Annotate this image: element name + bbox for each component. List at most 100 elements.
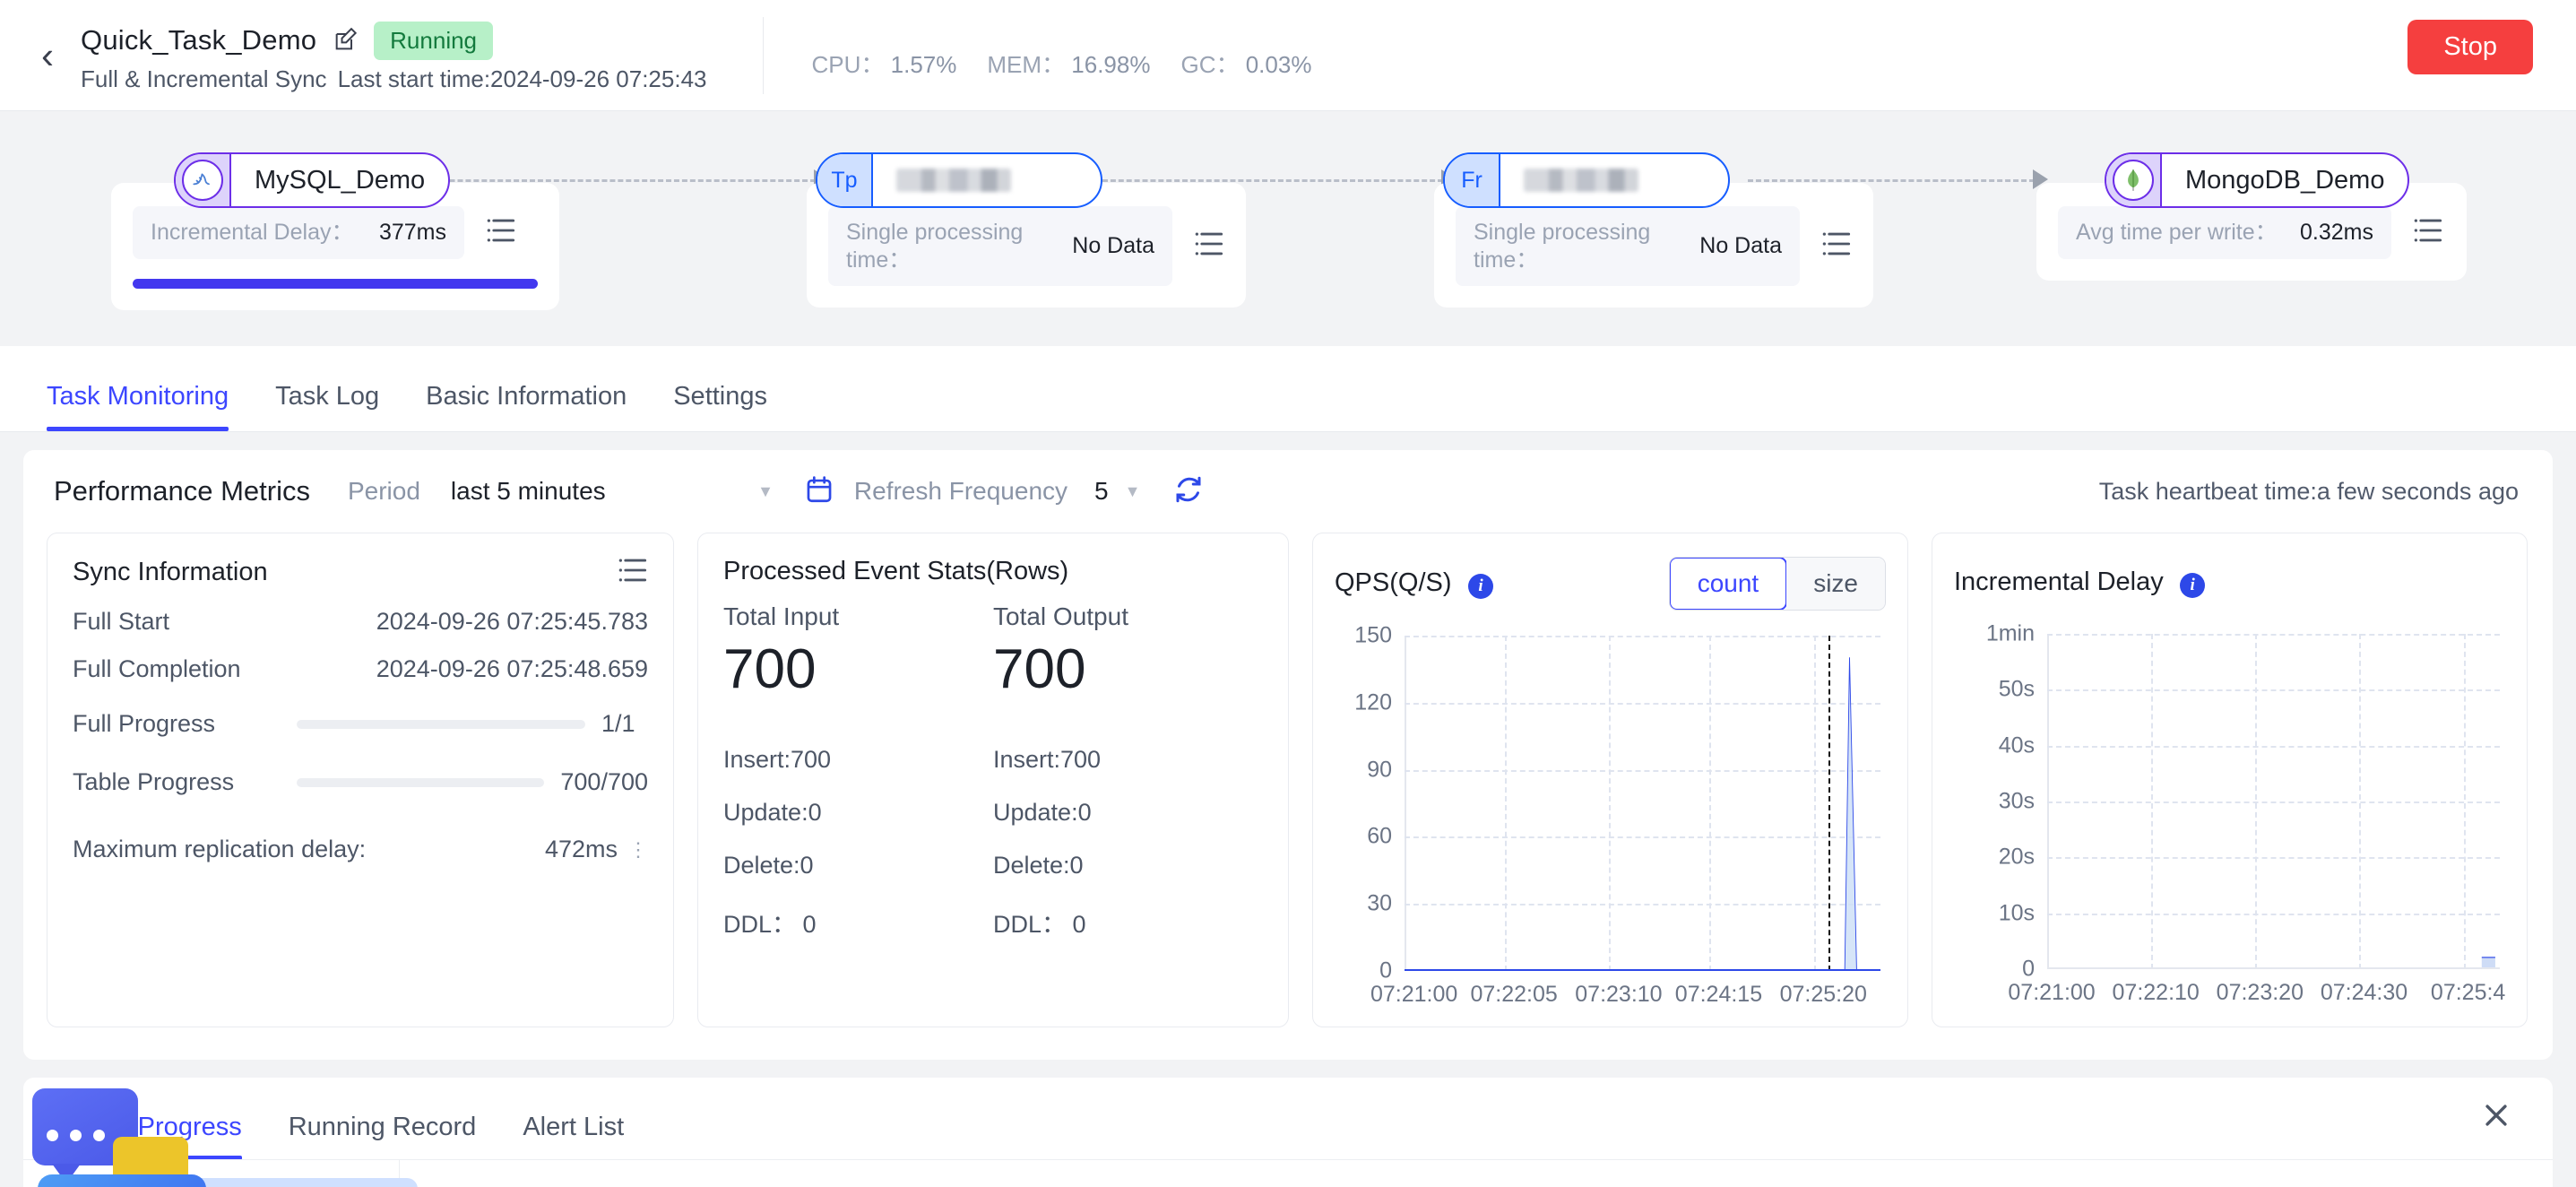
delay-xtick: 07:23:20 (2216, 980, 2304, 1005)
output-update: Update:0 (993, 798, 1092, 826)
close-icon[interactable] (2481, 1100, 2511, 1135)
refresh-frequency-label: Refresh Frequency (853, 477, 1068, 505)
cpu-value: 1.57% (890, 50, 957, 78)
list-details-icon[interactable] (2413, 217, 2443, 248)
mem-value: 16.98% (1071, 50, 1151, 78)
task-heartbeat-time: Task heartbeat time:a few seconds ago (2098, 477, 2519, 505)
qps-count-button[interactable]: count (1669, 558, 1788, 610)
qps-title: QPS(Q/S) (1335, 568, 1452, 597)
incremental-delay-value: 377ms (378, 219, 446, 245)
node-chip-mongodb[interactable]: MongoDB_Demo (2105, 152, 2410, 208)
qps-series-path (1405, 636, 1880, 971)
table-progress-label: Table Progress (73, 768, 235, 795)
incremental-delay-plot-area: 0 10s 20s 30s 40s 50s 1min 07:21:00 07:2… (1954, 621, 2506, 1006)
period-select-value: last 5 minutes (450, 477, 606, 505)
sync-information-title: Sync Information (73, 558, 268, 586)
qps-xtick: 07:22:05 (1470, 982, 1558, 1007)
full-completion-label: Full Completion (73, 655, 241, 682)
performance-metrics-toolbar: Performance Metrics Period last 5 minute… (23, 450, 2553, 533)
mongodb-leaf-icon (2106, 154, 2162, 206)
chat-bubble-icon[interactable] (20, 1088, 235, 1187)
qps-size-button[interactable]: size (1786, 558, 1885, 610)
node-label-tp-redacted (873, 154, 1034, 206)
status-badge: Running (374, 21, 494, 60)
qps-ytick: 120 (1354, 689, 1392, 715)
delay-ytick: 40s (1998, 732, 2035, 758)
bottom-tab-divider (23, 1159, 2553, 1160)
delay-series-path (2047, 634, 2500, 969)
info-icon[interactable]: i (2180, 573, 2206, 599)
avg-write-time-value: 0.32ms (2300, 219, 2373, 245)
cpu-label: CPU： (811, 50, 885, 78)
qps-card-header: QPS(Q/S) i count size (1335, 557, 1886, 611)
task-monitoring-page: ‹ Quick_Task_Demo Running Full & Increme… (0, 0, 2576, 1187)
single-processing-time-label: Single processing time： (846, 220, 1024, 273)
sync-row-full-completion: Full Completion 2024-09-26 07:25:48.659 (73, 655, 648, 683)
last-start-time: Last start time:2024-09-26 07:25:43 (337, 65, 707, 92)
redacted-text-icon (896, 169, 1011, 192)
node-label-mysql: MySQL_Demo (255, 165, 426, 195)
input-insert: Insert:700 (723, 745, 832, 773)
incremental-delay-card-header: Incremental Delay i (1954, 557, 2505, 609)
qps-ytick: 30 (1367, 890, 1392, 916)
list-details-icon[interactable] (618, 557, 648, 588)
incremental-delay-title: Incremental Delay (1954, 567, 2164, 596)
bottom-tab-running-record[interactable]: Running Record (265, 1113, 500, 1160)
avg-write-time-label: Avg time per write： (2076, 220, 2278, 245)
sync-row-full-start: Full Start 2024-09-26 07:25:45.783 (73, 608, 648, 636)
refresh-frequency-select[interactable]: 5 ▼ (1094, 477, 1140, 506)
delay-ytick: 0 (2022, 956, 2035, 982)
gc-value: 0.03% (1245, 50, 1312, 78)
max-replication-delay-value: 472ms (544, 836, 618, 862)
node-metric-row: Single processing time： No Data (1456, 206, 1852, 286)
bottom-panel: Task Progress Running Record Alert List (23, 1078, 2553, 1187)
incremental-delay-pill: Incremental Delay： 377ms (133, 206, 464, 259)
list-details-icon[interactable] (486, 217, 516, 248)
period-select[interactable]: last 5 minutes ▼ (451, 477, 774, 506)
list-details-icon[interactable] (1194, 230, 1224, 262)
total-input-column: Total Input 700 Insert:700 Update:0 Dele… (723, 602, 993, 940)
pipeline-node-mongodb-target[interactable]: Avg time per write： 0.32ms MongoDB_Demo (2036, 152, 2467, 281)
pipeline-node-tp[interactable]: Single processing time： No Data Tp (807, 152, 1246, 308)
node-chip-mysql[interactable]: MySQL_Demo (174, 152, 451, 208)
chat-bubble-dots (47, 1130, 105, 1141)
refresh-circular-icon[interactable] (1172, 473, 1205, 510)
list-details-icon[interactable] (1821, 230, 1852, 262)
tab-task-log[interactable]: Task Log (252, 382, 402, 431)
qps-chart-plot-area: 0 30 60 90 120 150 07:21:00 07:22:05 07:… (1335, 623, 1886, 1007)
calendar-icon[interactable] (804, 474, 834, 509)
qps-xtick: 07:23:10 (1575, 982, 1663, 1007)
full-start-value: 2024-09-26 07:25:45.783 (376, 608, 648, 635)
bottom-tab-alert-list[interactable]: Alert List (499, 1113, 647, 1160)
delay-x-axis (2047, 967, 2500, 969)
table-progress-value: 700/700 (560, 768, 648, 795)
edit-pencil-icon[interactable] (333, 27, 358, 53)
page-title: Quick_Task_Demo (81, 24, 317, 56)
chevron-down-icon: ▼ (757, 481, 774, 500)
single-processing-time-label: Single processing time： (1474, 220, 1651, 273)
header-divider (762, 16, 764, 94)
total-output-value: 700 (993, 638, 1086, 700)
single-processing-time-value: No Data (1699, 233, 1782, 258)
tab-basic-information[interactable]: Basic Information (402, 382, 650, 431)
node-chip-fr[interactable]: Fr (1443, 152, 1730, 208)
back-chevron-icon[interactable]: ‹ (23, 36, 72, 74)
full-progress-value: 1/1 (601, 710, 635, 737)
node-progress-bar (133, 278, 538, 289)
sync-card-header: Sync Information (73, 557, 648, 588)
delay-ytick: 10s (1998, 900, 2035, 926)
tab-settings[interactable]: Settings (650, 382, 791, 431)
tab-task-monitoring[interactable]: Task Monitoring (23, 382, 252, 431)
node-chip-tp[interactable]: Tp (816, 152, 1102, 208)
performance-metrics-section: Performance Metrics Period last 5 minute… (23, 450, 2553, 1060)
qps-plot: 0 30 60 90 120 150 07:21:00 07:22:05 07:… (1354, 623, 1880, 1007)
main-tab-bar: Task Monitoring Task Log Basic Informati… (0, 346, 2576, 432)
pipeline-node-mysql-source[interactable]: Incremental Delay： 377ms MySQL_Demo (111, 152, 559, 310)
info-icon[interactable]: i (1467, 574, 1493, 600)
stop-button[interactable]: Stop (2407, 20, 2533, 74)
mysql-dolphin-icon (176, 154, 231, 206)
more-options-icon[interactable]: ⋮ (628, 838, 648, 862)
period-label: Period (347, 477, 420, 505)
event-stats-columns: Total Input 700 Insert:700 Update:0 Dele… (723, 602, 1263, 940)
pipeline-node-fr[interactable]: Single processing time： No Data Fr (1434, 152, 1873, 308)
